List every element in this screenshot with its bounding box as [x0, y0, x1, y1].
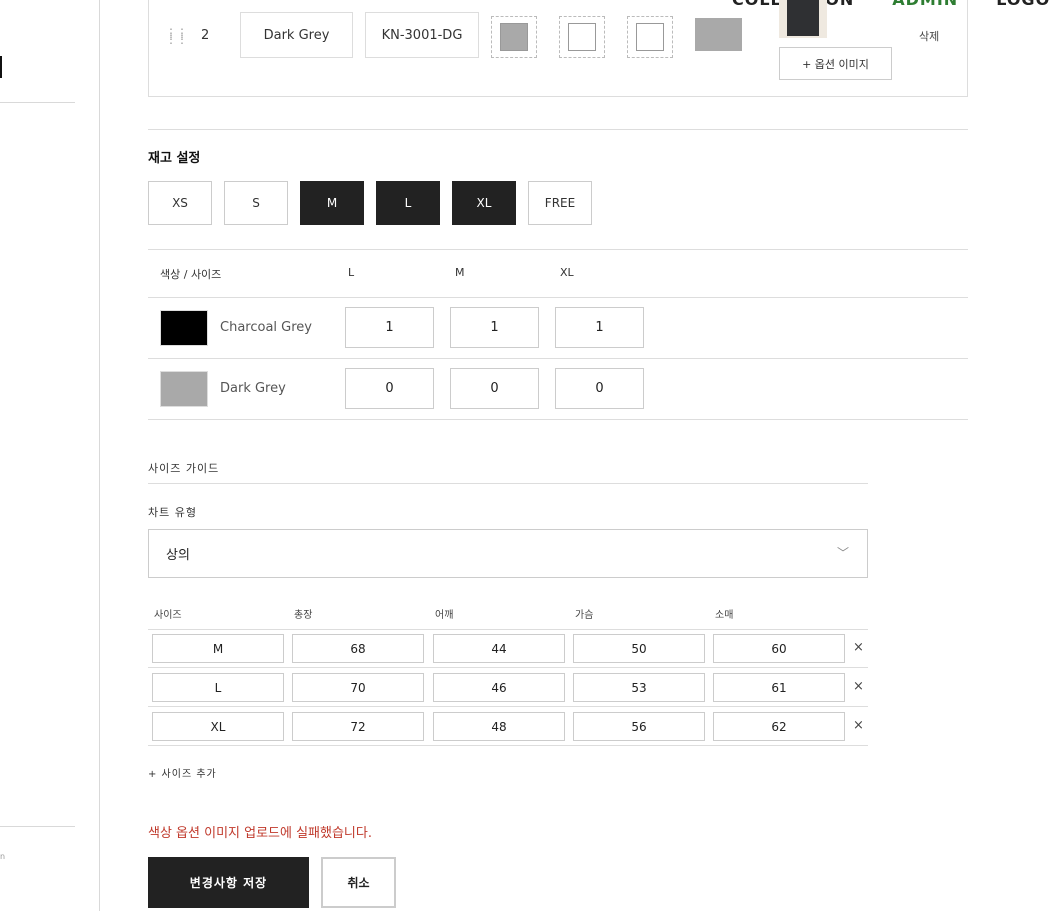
product-photo [787, 0, 819, 36]
stock-qty-input[interactable]: 1 [345, 307, 434, 348]
guide-measure-input[interactable]: 61 [713, 673, 845, 702]
sidebar-active-indicator [0, 56, 2, 78]
stock-section-title: 재고 설정 [148, 151, 201, 166]
chart-type-select[interactable]: 상의 ﹀ [148, 529, 868, 578]
table-divider [148, 358, 968, 359]
section-divider [148, 483, 868, 484]
table-divider [148, 629, 868, 630]
chart-type-label: 차트 유형 [148, 506, 197, 519]
size-toggle-xs[interactable]: XS [148, 181, 212, 225]
color-name-input[interactable]: Dark Grey [240, 12, 353, 58]
table-divider [148, 667, 868, 668]
color-option-row: ⋮⋮ ⋮⋮ 2 Dark Grey KN-3001-DG + 옵션 이미지 삭제 [148, 0, 968, 97]
add-option-image-button[interactable]: + 옵션 이미지 [779, 47, 892, 80]
delete-option-button[interactable]: 삭제 [919, 28, 939, 44]
size-guide-title: 사이즈 가이드 [148, 462, 220, 475]
error-message: 색상 옵션 이미지 업로드에 실패했습니다. [148, 826, 372, 841]
guide-measure-input[interactable]: 56 [573, 712, 705, 741]
color-swatch-picker[interactable] [491, 16, 537, 58]
stock-row-color-name: Charcoal Grey [220, 320, 312, 335]
size-toggle-xl[interactable]: XL [452, 181, 516, 225]
guide-measure-input[interactable]: 72 [292, 712, 424, 741]
chevron-down-icon: ﹀ [836, 546, 849, 560]
remove-row-icon[interactable]: × [853, 679, 864, 694]
drag-handle-icon[interactable]: ⋮⋮ ⋮⋮ [165, 27, 188, 45]
nav-logout-link[interactable]: LOGOUT [996, 0, 1049, 9]
sidebar-divider [0, 102, 75, 103]
chart-type-value: 상의 [166, 548, 190, 563]
color-swatch-picker[interactable] [627, 16, 673, 58]
guide-col-header: 가슴 [575, 610, 594, 621]
stock-col-header: M [455, 266, 465, 279]
stock-qty-input[interactable]: 0 [555, 368, 644, 409]
stock-row-color-name: Dark Grey [220, 381, 286, 396]
size-toggle-l[interactable]: L [376, 181, 440, 225]
size-toggle-m[interactable]: M [300, 181, 364, 225]
remove-row-icon[interactable]: × [853, 640, 864, 655]
stock-qty-input[interactable]: 1 [450, 307, 539, 348]
guide-measure-input[interactable]: 60 [713, 634, 845, 663]
admin-sidebar: n [0, 0, 100, 911]
guide-measure-input[interactable]: 48 [433, 712, 565, 741]
sidebar-footer-mark: n [0, 852, 6, 861]
stock-col-header: XL [560, 266, 574, 279]
guide-col-header: 총장 [294, 610, 313, 621]
color-swatch [160, 310, 208, 346]
color-swatch [160, 371, 208, 407]
guide-measure-input[interactable]: 62 [713, 712, 845, 741]
remove-row-icon[interactable]: × [853, 718, 864, 733]
guide-measure-input[interactable]: 53 [573, 673, 705, 702]
guide-measure-input[interactable]: 50 [573, 634, 705, 663]
stock-corner-header: 색상 / 사이즈 [160, 268, 222, 281]
guide-measure-input[interactable]: 44 [433, 634, 565, 663]
save-changes-button[interactable]: 변경사항 저장 [148, 857, 309, 908]
stock-qty-input[interactable]: 0 [345, 368, 434, 409]
swatch-preview [636, 23, 664, 51]
sku-input[interactable]: KN-3001-DG [365, 12, 479, 58]
stock-qty-input[interactable]: 0 [450, 368, 539, 409]
color-swatch-picker[interactable] [559, 16, 605, 58]
table-divider [148, 706, 868, 707]
guide-size-input[interactable]: L [152, 673, 284, 702]
guide-measure-input[interactable]: 68 [292, 634, 424, 663]
cancel-button[interactable]: 취소 [321, 857, 396, 908]
guide-measure-input[interactable]: 70 [292, 673, 424, 702]
swatch-preview [500, 23, 528, 51]
guide-col-header: 어깨 [435, 610, 454, 621]
option-image-thumbnail[interactable] [779, 0, 827, 38]
guide-col-header: 사이즈 [154, 610, 182, 621]
add-size-button[interactable]: + 사이즈 추가 [148, 765, 217, 780]
table-divider [148, 297, 968, 298]
guide-size-input[interactable]: M [152, 634, 284, 663]
option-row-number: 2 [201, 28, 210, 43]
swatch-preview [568, 23, 596, 51]
size-toggle-free[interactable]: FREE [528, 181, 592, 225]
section-divider [148, 129, 968, 130]
table-divider [148, 745, 868, 746]
sidebar-divider [0, 826, 75, 827]
guide-measure-input[interactable]: 46 [433, 673, 565, 702]
table-divider [148, 249, 968, 250]
guide-col-header: 소매 [715, 610, 734, 621]
table-divider [148, 419, 968, 420]
size-toggle-s[interactable]: S [224, 181, 288, 225]
stock-col-header: L [348, 266, 355, 279]
color-preview-chip [695, 18, 742, 51]
guide-size-input[interactable]: XL [152, 712, 284, 741]
stock-qty-input[interactable]: 1 [555, 307, 644, 348]
